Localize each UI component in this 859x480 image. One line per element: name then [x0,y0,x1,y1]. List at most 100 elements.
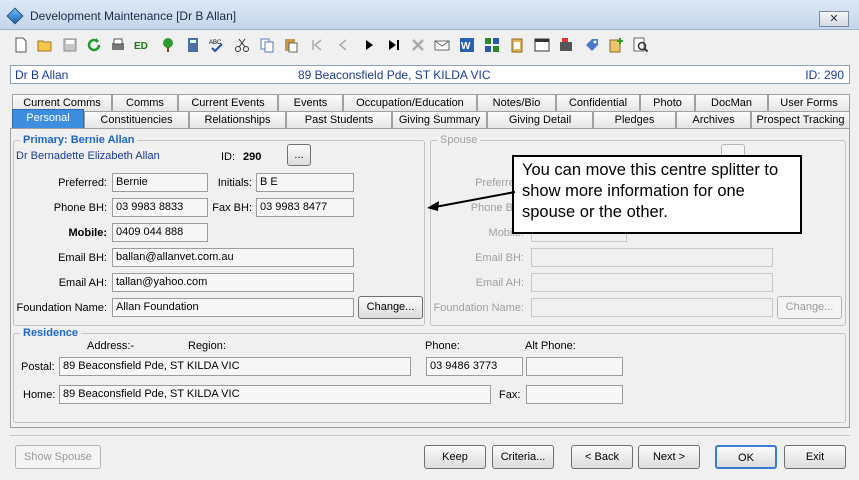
spouse-foundation-field[interactable] [531,298,773,317]
delete-icon[interactable] [410,37,426,53]
tab-row-top: Current Comms Comms Current Events Event… [12,94,850,112]
last-icon[interactable] [386,37,402,53]
show-spouse-button[interactable]: Show Spouse [15,445,101,469]
fax-label: Fax: [499,389,521,401]
phone-bh-label: Phone BH: [53,202,107,214]
paste-icon[interactable] [283,37,299,53]
phone-field[interactable]: 03 9486 3773 [426,357,523,376]
preferred-label: Preferred: [58,177,107,189]
back-button[interactable]: < Back [571,445,633,469]
flag-icon[interactable] [558,37,574,53]
tab-occupation-education[interactable]: Occupation/Education [343,94,477,112]
calculator-icon[interactable] [185,37,201,53]
spouse-group-label: Spouse [437,134,481,146]
tab-photo[interactable]: Photo [640,94,695,112]
footer-divider [10,435,850,436]
spellcheck-icon[interactable]: ABC [209,37,225,53]
foundation-label: Foundation Name: [16,302,108,314]
mobile-field[interactable]: 0409 044 888 [112,223,208,242]
email-ah-field[interactable]: tallan@yahoo.com [112,273,354,292]
postal-label: Postal: [21,361,55,373]
alt-phone-field[interactable] [526,357,623,376]
tab-prospect-tracking[interactable]: Prospect Tracking [751,111,850,129]
mail-icon[interactable] [434,37,450,53]
spouse-email-ah-field[interactable] [531,273,773,292]
keep-button[interactable]: Keep [424,445,486,469]
print-icon[interactable] [110,37,126,53]
record-info-bar: Dr B Allan 89 Beaconsfield Pde, ST KILDA… [10,65,850,84]
window-title: Development Maintenance [Dr B Allan] [30,9,237,23]
next-button[interactable]: Next > [638,445,700,469]
tab-user-forms[interactable]: User Forms [768,94,850,112]
copy-icon[interactable] [259,37,275,53]
tab-past-students[interactable]: Past Students [286,111,392,129]
first-icon[interactable] [309,37,325,53]
residence-group-label: Residence [20,327,82,339]
tab-pledges[interactable]: Pledges [593,111,676,129]
email-ah-label: Email AH: [58,277,107,289]
preview-icon[interactable] [633,37,649,53]
splitter-callout: You can move this centre splitter to sho… [512,155,802,234]
address-label: Address:- [87,340,135,352]
initials-field[interactable]: B E [256,173,354,192]
tab-constituencies[interactable]: Constituencies [84,111,189,129]
fax-bh-field[interactable]: 03 9983 8477 [256,198,354,217]
open-icon[interactable] [37,37,53,53]
record-address: 89 Beaconsfield Pde, ST KILDA VIC [298,68,491,82]
email-bh-label: Email BH: [58,252,107,264]
preferred-field[interactable]: Bernie [112,173,208,192]
spouse-email-bh-label: Email BH: [475,252,524,264]
record-name: Dr B Allan [15,68,69,82]
ok-button[interactable]: OK [715,445,777,469]
tab-personal[interactable]: Personal [12,109,84,129]
fax-field[interactable] [526,385,623,404]
exit-button[interactable]: Exit [784,445,846,469]
postal-field[interactable]: 89 Beaconsfield Pde, ST KILDA VIC [59,357,411,376]
alt-phone-label: Alt Phone: [525,340,576,352]
grid-icon[interactable] [484,37,500,53]
criteria-button[interactable]: Criteria... [492,445,554,469]
close-button[interactable]: ✕ [819,11,849,27]
next-icon[interactable] [361,37,377,53]
refresh-icon[interactable] [86,37,102,53]
cut-icon[interactable] [234,37,250,53]
save-icon[interactable] [62,37,78,53]
tree-icon[interactable] [160,37,176,53]
mobile-label: Mobile: [68,227,108,239]
add-contact-icon[interactable] [608,37,624,53]
primary-change-button[interactable]: Change... [358,296,423,319]
word-icon[interactable]: W [459,37,475,53]
tab-giving-detail[interactable]: Giving Detail [487,111,593,129]
initials-label: Initials: [217,177,252,189]
tab-comms[interactable]: Comms [112,94,178,112]
calendar-icon[interactable] [534,37,550,53]
tab-notes-bio[interactable]: Notes/Bio [477,94,556,112]
primary-id-label: ID: [221,151,236,163]
tab-row-bottom: Personal Constituencies Relationships Pa… [12,109,850,129]
tab-archives[interactable]: Archives [676,111,751,129]
tab-confidential[interactable]: Confidential [556,94,640,112]
spouse-change-button[interactable]: Change... [777,296,842,319]
tab-events[interactable]: Events [278,94,343,112]
phone-bh-field[interactable]: 03 9983 8833 [112,198,208,217]
tab-relationships[interactable]: Relationships [189,111,286,129]
tab-docman[interactable]: DocMan [695,94,768,112]
spouse-email-bh-field[interactable] [531,248,773,267]
primary-full-name: Dr Bernadette Elizabeth Allan [16,150,160,162]
tag-icon[interactable] [584,37,600,53]
tab-current-events[interactable]: Current Events [178,94,278,112]
prev-icon[interactable] [335,37,351,53]
home-field[interactable]: 89 Beaconsfield Pde, ST KILDA VIC [59,385,491,404]
foundation-field[interactable]: Allan Foundation [112,298,354,317]
tab-giving-summary[interactable]: Giving Summary [392,111,487,129]
toolbar: ED ABC W [0,31,859,61]
clipboard-icon[interactable] [509,37,525,53]
edit-icon[interactable]: ED [134,37,150,53]
new-icon[interactable] [13,37,29,53]
spouse-foundation-label: Foundation Name: [433,302,525,314]
svg-text:ED: ED [134,41,148,52]
primary-id-value: 290 [243,151,262,163]
primary-lookup-button[interactable]: ... [287,144,311,166]
email-bh-field[interactable]: ballan@allanvet.com.au [112,248,354,267]
fax-bh-label: Fax BH: [212,202,252,214]
